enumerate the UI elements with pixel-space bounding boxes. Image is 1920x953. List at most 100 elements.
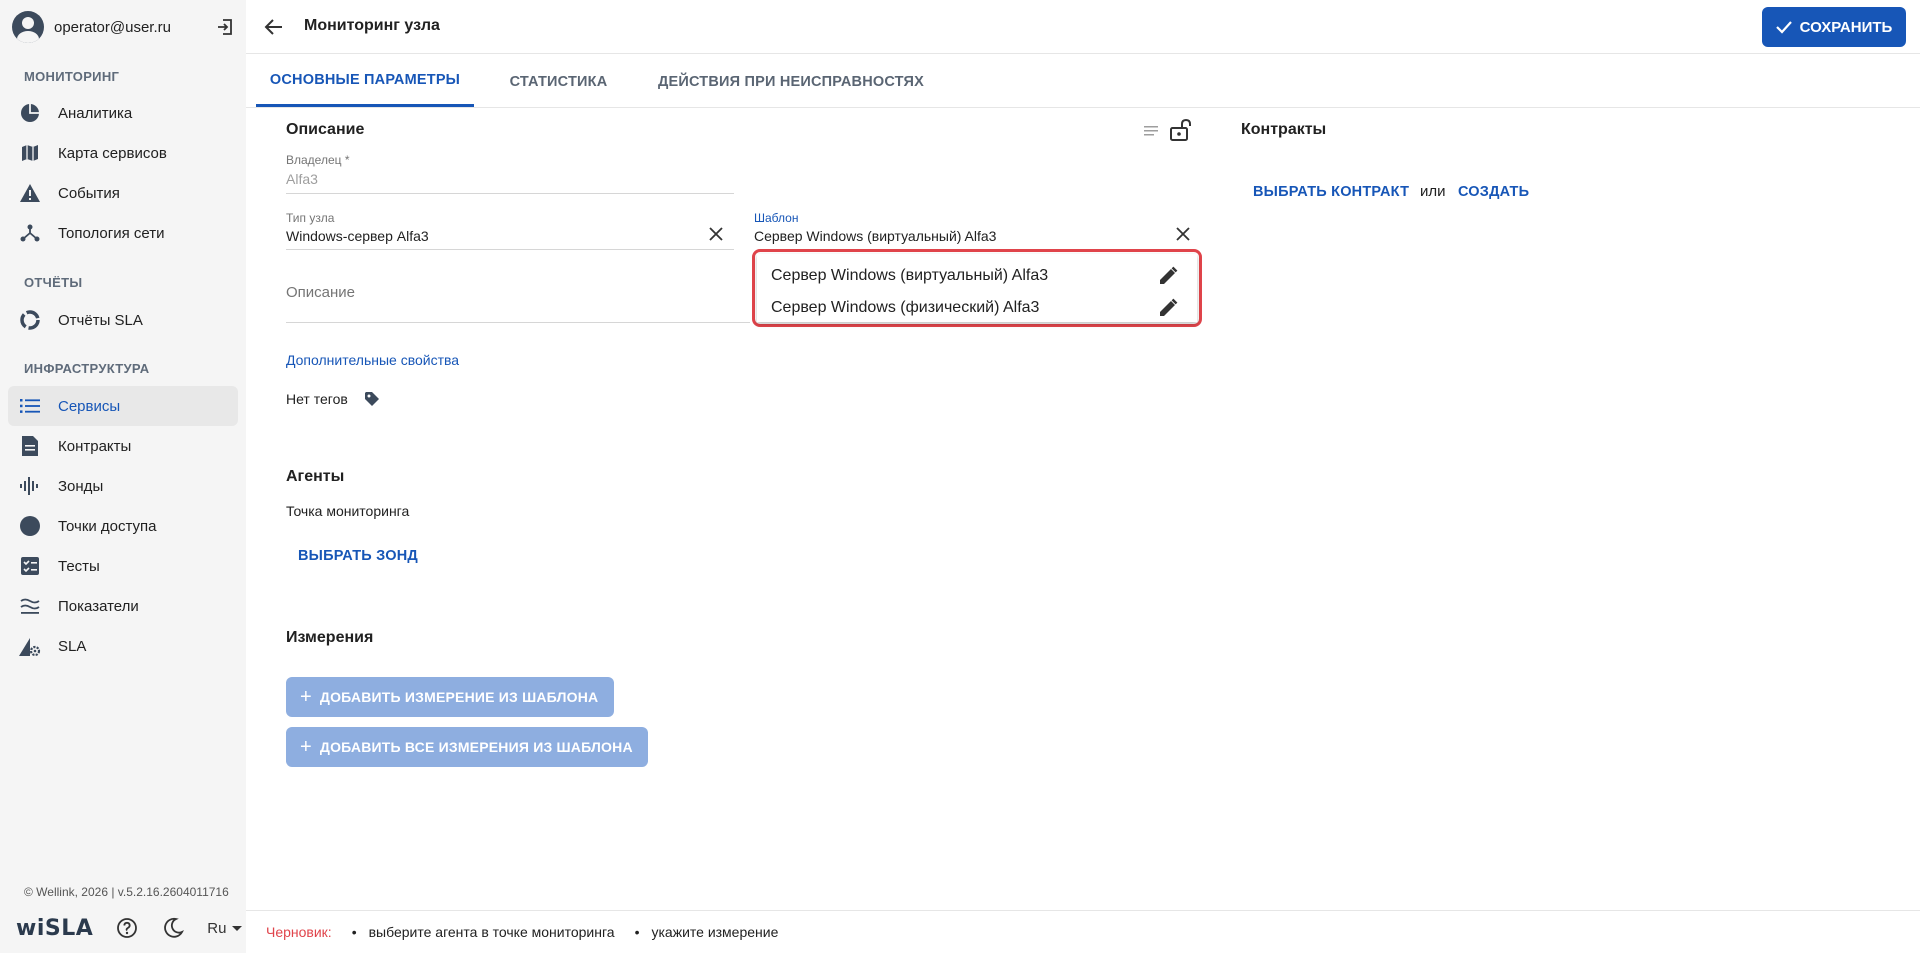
template-option[interactable]: Сервер Windows (виртуальный) Alfa3	[771, 262, 1189, 290]
sidebar-item-access-points[interactable]: Точки доступа	[8, 506, 238, 546]
description-section-title: Описание	[286, 121, 365, 138]
plus-icon: +	[300, 735, 312, 758]
sidebar-item-events[interactable]: События	[8, 173, 238, 213]
sidebar-item-label: Сервисы	[58, 397, 121, 415]
sidebar-item-label: Зонды	[58, 477, 104, 495]
dark-mode-icon[interactable]	[161, 916, 185, 940]
extra-properties-link[interactable]: Дополнительные свойства	[286, 352, 459, 368]
language-select[interactable]: Ru	[207, 919, 243, 937]
waves-icon	[18, 594, 42, 618]
clear-node-type-icon[interactable]	[707, 225, 725, 243]
tab-statistics[interactable]: СТАТИСТИКА	[486, 56, 631, 107]
user-row: operator@user.ru	[12, 10, 236, 44]
sidebar-item-probes[interactable]: Зонды	[8, 466, 238, 506]
chevron-down-icon	[232, 925, 243, 931]
sidebar-item-sla[interactable]: SLA	[8, 626, 238, 666]
checklist-icon	[18, 554, 42, 578]
edit-icon[interactable]	[1157, 265, 1179, 287]
edit-icon[interactable]	[1157, 297, 1179, 319]
description-field[interactable]: Описание	[286, 284, 355, 301]
back-arrow-icon[interactable]	[262, 15, 286, 39]
select-contract-button[interactable]: ВЫБРАТЬ КОНТРАКТ	[1253, 184, 1409, 200]
sidebar-item-label: Аналитика	[58, 104, 133, 122]
sidebar-footer: wiSLA Ru	[16, 914, 243, 942]
sidebar-item-label: SLA	[58, 637, 87, 655]
sidebar-item-label: Тесты	[58, 557, 100, 575]
sidebar-item-sla-reports[interactable]: Отчёты SLA	[8, 300, 238, 340]
avatar[interactable]	[12, 11, 44, 43]
owner-underline	[286, 193, 734, 194]
status-item: укажите измерение	[651, 924, 779, 940]
section-title-infrastructure: ИНФРАСТРУКТУРА	[24, 361, 150, 376]
sidebar-item-label: Контракты	[58, 437, 132, 455]
tags-text: Нет тегов	[286, 391, 348, 407]
agents-section-title: Агенты	[286, 468, 345, 485]
status-item: выберите агента в точке мониторинга	[368, 924, 615, 940]
sidebar-item-service-map[interactable]: Карта сервисов	[8, 133, 238, 173]
page-title: Мониторинг узла	[304, 17, 440, 34]
template-label: Шаблон	[754, 211, 799, 225]
sidebar-item-topology[interactable]: Топология сети	[8, 213, 238, 253]
template-option-label: Сервер Windows (виртуальный) Alfa3	[771, 267, 1049, 284]
or-text: или	[1420, 183, 1446, 200]
node-type-label: Тип узла	[286, 211, 335, 225]
template-option[interactable]: Сервер Windows (физический) Alfa3	[771, 294, 1189, 322]
header: Мониторинг узла СОХРАНИТЬ	[246, 0, 1920, 54]
circle-icon	[18, 514, 42, 538]
warning-icon	[18, 181, 42, 205]
pie-chart-icon	[18, 101, 42, 125]
add-measurement-from-template-button[interactable]: + ДОБАВИТЬ ИЗМЕРЕНИЕ ИЗ ШАБЛОНА	[286, 677, 614, 717]
add-all-measurements-label: ДОБАВИТЬ ВСЕ ИЗМЕРЕНИЯ ИЗ ШАБЛОНА	[319, 739, 633, 755]
check-icon	[1775, 21, 1792, 34]
monitoring-point-label: Точка мониторинга	[286, 503, 410, 519]
sidebar-item-indicators[interactable]: Показатели	[8, 586, 238, 626]
node-type-underline	[286, 249, 734, 250]
node-type-field[interactable]: Windows-сервер Alfa3	[286, 228, 429, 244]
map-icon	[18, 141, 42, 165]
section-title-monitoring: МОНИТОРИНГ	[24, 69, 120, 84]
sla-gear-icon	[18, 634, 42, 658]
copyright: © Wellink, 2026 | v.5.2.16.2604011716	[24, 885, 229, 899]
unlock-icon[interactable]	[1168, 118, 1192, 142]
owner-field: Alfa3	[286, 171, 318, 187]
select-probe-button[interactable]: ВЫБРАТЬ ЗОНД	[298, 548, 418, 564]
description-underline	[286, 322, 750, 323]
wisla-logo: wiSLA	[16, 915, 94, 941]
sidebar-item-contracts[interactable]: Контракты	[8, 426, 238, 466]
section-title-reports: ОТЧЁТЫ	[24, 275, 83, 290]
clear-template-icon[interactable]	[1174, 225, 1192, 243]
plus-icon: +	[300, 685, 312, 708]
add-all-measurements-button[interactable]: + ДОБАВИТЬ ВСЕ ИЗМЕРЕНИЯ ИЗ ШАБЛОНА	[286, 727, 648, 767]
template-option-label: Сервер Windows (физический) Alfa3	[771, 299, 1040, 316]
template-dropdown-list: Сервер Windows (виртуальный) Alfa3 Серве…	[757, 254, 1197, 322]
logout-icon[interactable]	[214, 16, 236, 38]
contracts-section-title: Контракты	[1241, 121, 1327, 138]
sidebar-item-label: Отчёты SLA	[58, 311, 143, 329]
tab-failure-actions[interactable]: ДЕЙСТВИЯ ПРИ НЕИСПРАВНОСТЯХ	[646, 56, 936, 107]
owner-label: Владелец *	[286, 153, 350, 167]
notes-icon[interactable]	[1142, 122, 1160, 140]
sidebar-item-analytics[interactable]: Аналитика	[8, 93, 238, 133]
tag-icon[interactable]	[364, 391, 380, 407]
create-contract-button[interactable]: СОЗДАТЬ	[1458, 184, 1529, 200]
waveform-icon	[18, 474, 42, 498]
sidebar-item-label: Показатели	[58, 597, 139, 615]
template-dropdown: Сервер Windows (виртуальный) Alfa3 Серве…	[752, 249, 1202, 327]
topology-icon	[18, 221, 42, 245]
status-bar: Черновик: • выберите агента в точке мони…	[246, 910, 1920, 953]
bullet: •	[634, 924, 640, 940]
donut-icon	[18, 308, 42, 332]
sidebar-item-tests[interactable]: Тесты	[8, 546, 238, 586]
list-icon	[18, 394, 42, 418]
document-icon	[18, 434, 42, 458]
help-icon[interactable]	[115, 916, 139, 940]
tab-basic-params[interactable]: ОСНОВНЫЕ ПАРАМЕТРЫ	[256, 56, 474, 107]
draft-label: Черновик:	[266, 924, 332, 940]
sidebar-item-label: Карта сервисов	[58, 144, 167, 162]
language-value: Ru	[207, 919, 227, 937]
sidebar-item-services[interactable]: Сервисы	[8, 386, 238, 426]
save-button[interactable]: СОХРАНИТЬ	[1762, 7, 1906, 47]
user-email: operator@user.ru	[54, 18, 171, 36]
template-field[interactable]: Сервер Windows (виртуальный) Alfa3	[754, 228, 996, 244]
sidebar-item-label: Точки доступа	[58, 517, 157, 535]
